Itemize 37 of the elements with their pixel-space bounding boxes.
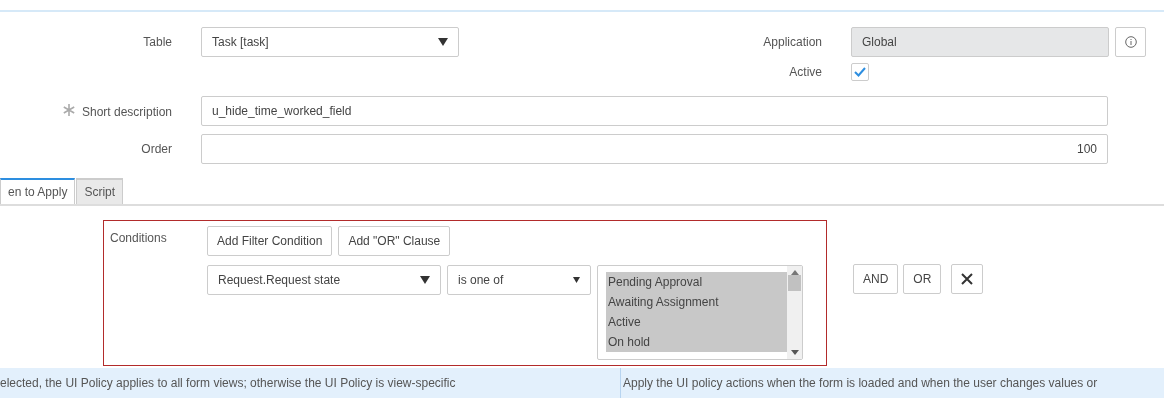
field-label: Application bbox=[762, 35, 822, 49]
logic-button[interactable]: OR bbox=[903, 264, 942, 294]
caret-icon bbox=[420, 276, 430, 284]
value-listbox[interactable]: Pending Approval Awaiting Assignment Active On hold bbox=[597, 265, 803, 360]
remove-button[interactable] bbox=[951, 264, 984, 294]
input-field[interactable]: u_hide_time_worked_field bbox=[201, 96, 1108, 126]
checkmark-icon bbox=[854, 67, 866, 77]
list-option[interactable]: On hold bbox=[606, 332, 787, 352]
help-text: Apply the UI policy actions when the form is loaded and when the user changes values or bbox=[620, 368, 1098, 398]
field-label: Short description bbox=[0, 103, 172, 119]
field-label: Table bbox=[142, 35, 172, 49]
info-icon bbox=[1124, 36, 1137, 48]
scrollbar[interactable] bbox=[787, 266, 802, 359]
field-label: Active bbox=[788, 65, 822, 79]
list-option[interactable]: Active bbox=[606, 312, 787, 332]
list-option[interactable]: Pending Approval bbox=[606, 272, 787, 292]
list-option[interactable]: Awaiting Assignment bbox=[606, 292, 787, 312]
scroll-thumb[interactable] bbox=[788, 275, 801, 291]
scroll-down-icon[interactable] bbox=[790, 350, 799, 355]
input-field[interactable]: 100 bbox=[201, 134, 1108, 164]
caret-icon bbox=[438, 38, 448, 46]
filter-button[interactable]: Add Filter Condition bbox=[207, 226, 333, 256]
filter-button[interactable]: Add "OR" Clause bbox=[338, 226, 451, 256]
operator-select[interactable]: is one of bbox=[447, 265, 591, 295]
info-button[interactable] bbox=[1115, 27, 1146, 57]
field-select[interactable]: Request.Request state bbox=[207, 265, 441, 295]
caret-icon bbox=[573, 277, 580, 283]
tab[interactable]: en to Apply bbox=[0, 178, 76, 204]
active-checkbox[interactable] bbox=[851, 63, 869, 81]
help-text: elected, the UI Policy applies to all form views; otherwise the UI Policy is view-specific bbox=[0, 375, 457, 392]
application-field: Global bbox=[851, 27, 1109, 57]
tab[interactable]: Script bbox=[76, 178, 124, 204]
logic-button[interactable]: AND bbox=[853, 264, 899, 294]
close-icon bbox=[961, 273, 974, 285]
table-select[interactable]: Task [task] bbox=[201, 27, 459, 57]
field-label: Conditions bbox=[110, 230, 168, 247]
field-label: Order bbox=[140, 142, 172, 156]
